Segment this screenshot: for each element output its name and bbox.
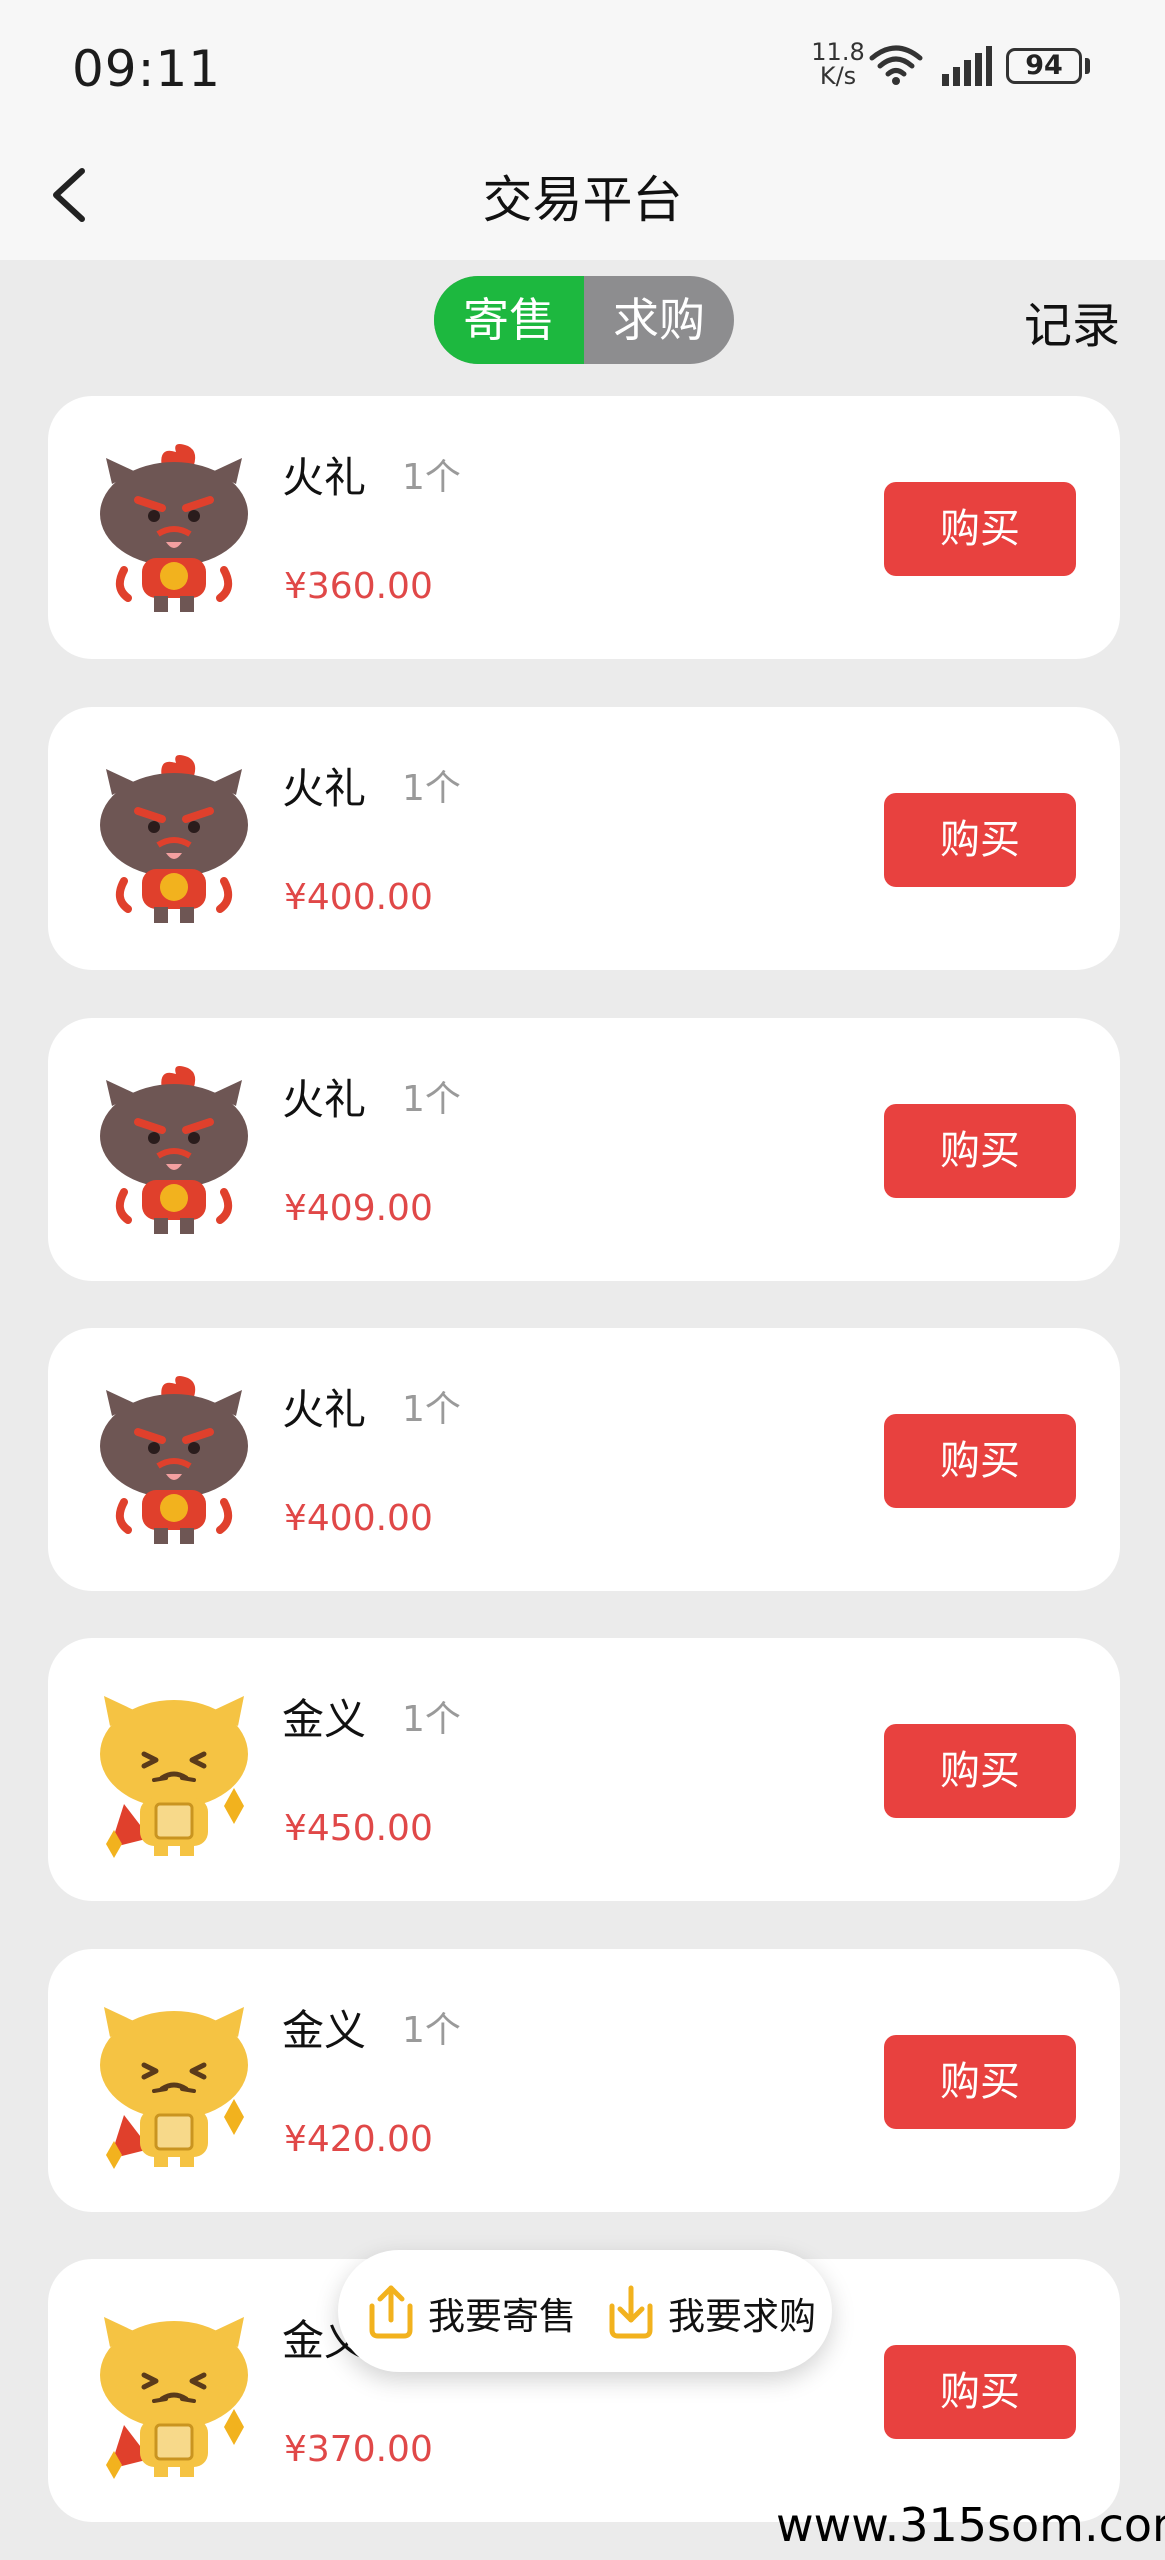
item-quantity: 1个 [402, 1079, 461, 1120]
download-icon [609, 2285, 653, 2339]
listing-card: 金义 1个 ¥420.00 购买 [48, 1949, 1120, 2212]
fire-cat-icon [84, 749, 264, 929]
status-time: 09:11 [72, 40, 222, 98]
gold-cat-icon [84, 1680, 264, 1860]
listing-card: 火礼 1个 ¥360.00 购买 [48, 396, 1120, 659]
item-quantity: 1个 [402, 2010, 461, 2051]
tab-switch: 寄售 求购 [434, 276, 734, 364]
fire-cat-icon [84, 438, 264, 618]
sell-action-button[interactable]: 我要寄售 [360, 2276, 580, 2346]
sell-action-label: 我要寄售 [428, 2295, 576, 2338]
buy-button[interactable]: 购买 [884, 482, 1076, 576]
item-price: ¥370.00 [284, 2429, 433, 2470]
buy-request-action-button[interactable]: 我要求购 [600, 2276, 820, 2346]
records-link[interactable]: 记录 [1024, 286, 1120, 356]
tab-request[interactable]: 求购 [584, 276, 734, 364]
floating-action-bar: 我要寄售 我要求购 [338, 2250, 832, 2372]
app-header: 交易平台 [0, 130, 1165, 260]
buy-button[interactable]: 购买 [884, 2345, 1076, 2439]
buy-button[interactable]: 购买 [884, 793, 1076, 887]
buy-button[interactable]: 购买 [884, 1104, 1076, 1198]
fire-cat-icon [84, 1370, 264, 1550]
network-speed-value: 11.8 [811, 38, 865, 66]
item-name: 金义 [282, 2006, 367, 2055]
signal-icon [942, 46, 992, 86]
item-quantity: 1个 [402, 1389, 461, 1430]
buy-button[interactable]: 购买 [884, 2035, 1076, 2129]
watermark: www.315som.com [776, 2498, 1165, 2552]
upload-icon [369, 2285, 413, 2339]
item-quantity: 1个 [402, 768, 461, 809]
app-screen: 09:11 11.8 K/s 94 交易平台 寄售 求购 记录 火礼 1个 ¥3… [0, 0, 1165, 2560]
item-quantity: 1个 [402, 457, 461, 498]
fire-cat-icon [84, 1060, 264, 1240]
battery-tip [1085, 58, 1090, 74]
item-name: 火礼 [282, 1075, 367, 1124]
network-speed: 11.8 K/s [808, 40, 868, 88]
buy-button[interactable]: 购买 [884, 1724, 1076, 1818]
status-bar: 09:11 11.8 K/s 94 [0, 0, 1165, 130]
item-price: ¥360.00 [284, 566, 433, 607]
item-name: 火礼 [282, 1385, 367, 1434]
item-price: ¥400.00 [284, 877, 433, 918]
buy-button[interactable]: 购买 [884, 1414, 1076, 1508]
listing-card: 火礼 1个 ¥400.00 购买 [48, 1328, 1120, 1591]
tab-consign[interactable]: 寄售 [434, 276, 584, 364]
wifi-icon [869, 45, 923, 85]
listing-card: 火礼 1个 ¥409.00 购买 [48, 1018, 1120, 1281]
item-name: 火礼 [282, 453, 367, 502]
item-price: ¥420.00 [284, 2119, 433, 2160]
listing-card: 金义 1个 ¥450.00 购买 [48, 1638, 1120, 1901]
item-quantity: 1个 [402, 1699, 461, 1740]
battery-indicator: 94 [1006, 48, 1082, 84]
item-price: ¥409.00 [284, 1188, 433, 1229]
item-price: ¥400.00 [284, 1498, 433, 1539]
item-price: ¥450.00 [284, 1808, 433, 1849]
listing-card: 火礼 1个 ¥400.00 购买 [48, 707, 1120, 970]
item-name: 火礼 [282, 764, 367, 813]
gold-cat-icon [84, 2301, 264, 2481]
gold-cat-icon [84, 1991, 264, 2171]
page-title: 交易平台 [482, 171, 683, 229]
buy-request-action-label: 我要求购 [668, 2295, 816, 2338]
network-speed-unit: K/s [819, 62, 857, 90]
item-name: 金义 [282, 1695, 367, 1744]
